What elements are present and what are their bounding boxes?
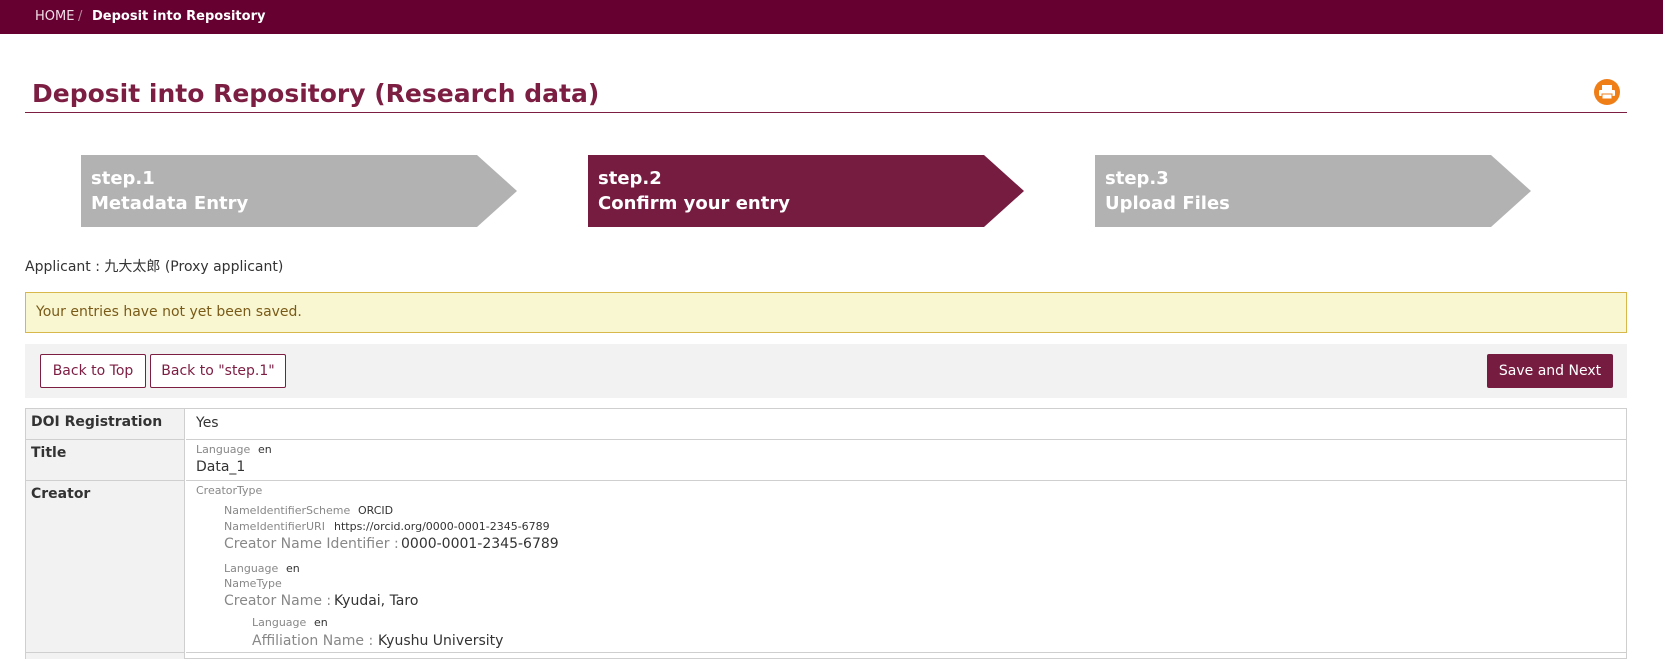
breadcrumb-current: Deposit into Repository [92, 9, 266, 24]
name-identifier-uri-value: https://orcid.org/0000-0001-2345-6789 [334, 520, 550, 533]
title-value-cell: Language en Data_1 [186, 440, 1626, 481]
affiliation-name-label: Affiliation Name : [252, 633, 374, 649]
creator-name-identifier-label: Creator Name Identifier : [224, 536, 399, 552]
doi-value-cell: Yes [186, 409, 1626, 440]
unsaved-notice: Your entries have not yet been saved. [25, 292, 1627, 333]
name-identifier-scheme-label: NameIdentifierScheme [224, 504, 351, 517]
top-bar: HOME / Deposit into Repository [0, 0, 1663, 34]
applicant-text: Applicant : 九大太郎 (Proxy applicant) [25, 259, 284, 275]
title-label: Title [31, 445, 67, 461]
creator-name-identifier-value: 0000-0001-2345-6789 [401, 536, 559, 552]
name-type-label: NameType [224, 577, 282, 590]
creator-label: Creator [31, 486, 91, 502]
name-identifier-uri-label: NameIdentifierURI [224, 520, 325, 533]
creator-language-label: Language [224, 562, 279, 575]
step-3-label: Upload Files [1105, 193, 1230, 214]
name-identifier-scheme-value: ORCID [358, 504, 394, 517]
next-row-label-cell [26, 653, 185, 659]
title-language-value: en [258, 443, 272, 456]
affiliation-language-value: en [314, 616, 328, 629]
creator-name-value: Kyudai, Taro [334, 593, 419, 609]
step-2-number: step.2 [598, 168, 662, 189]
doi-label: DOI Registration [31, 414, 163, 430]
breadcrumb-separator: / [78, 9, 83, 24]
creator-language-value: en [286, 562, 300, 575]
title-value: Data_1 [196, 459, 246, 475]
affiliation-language-label: Language [252, 616, 307, 629]
step-1-label: Metadata Entry [91, 193, 249, 214]
doi-value: Yes [196, 415, 219, 431]
step-3-number: step.3 [1105, 168, 1169, 189]
entry-table: DOI Registration Yes Title Language en D… [25, 408, 1627, 659]
creator-value-cell: CreatorType NameIdentifierScheme ORCID N… [186, 481, 1626, 653]
action-bar: Back to Top Back to "step.1" Save and Ne… [25, 344, 1627, 398]
creator-name-label: Creator Name : [224, 593, 332, 609]
next-row-value-cell [186, 653, 1626, 659]
title-label-cell: Title [26, 440, 185, 481]
doi-label-cell: DOI Registration [26, 409, 185, 440]
back-to-top-button[interactable]: Back to Top [40, 354, 146, 388]
creator-type-label: CreatorType [196, 484, 263, 497]
breadcrumb-home-link[interactable]: HOME [35, 0, 74, 34]
printer-icon[interactable] [1594, 79, 1620, 105]
creator-label-cell: Creator [26, 481, 185, 653]
back-to-step1-button[interactable]: Back to "step.1" [150, 354, 286, 388]
step-1-number: step.1 [91, 168, 155, 189]
unsaved-notice-text: Your entries have not yet been saved. [36, 304, 302, 320]
step-2-label: Confirm your entry [598, 193, 790, 214]
save-and-next-button[interactable]: Save and Next [1487, 354, 1613, 388]
title-language-label: Language [196, 443, 251, 456]
affiliation-name-value: Kyushu University [378, 633, 504, 649]
title-divider [25, 112, 1627, 113]
page-title: Deposit into Repository (Research data) [32, 79, 600, 108]
